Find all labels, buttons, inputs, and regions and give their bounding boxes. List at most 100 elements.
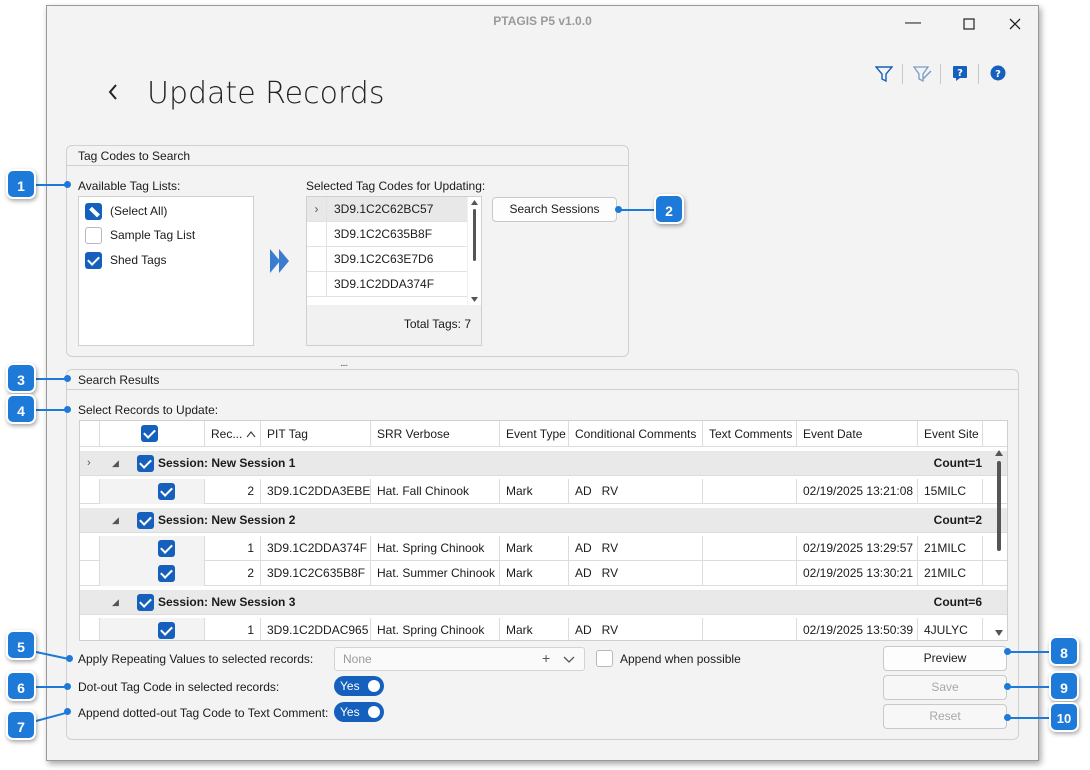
group-row[interactable]: ◢ Session: New Session 2 Count=2 (80, 508, 1007, 533)
row-select-cell[interactable] (100, 618, 205, 640)
row-select-cell[interactable] (100, 536, 205, 561)
cell-pit-tag[interactable]: 3D9.1C2DDA374F (261, 536, 371, 561)
cell-event-site[interactable]: 21MILC (918, 536, 983, 561)
callout-connector (36, 184, 66, 186)
cell-pit-tag[interactable]: 3D9.1C2DDA3EBE (261, 479, 371, 504)
table-row[interactable]: 1 3D9.1C2DDAC965 Hat. Spring Chinook Mar… (80, 618, 1007, 640)
cell-event-type[interactable]: Mark (500, 536, 569, 561)
row-checkbox[interactable] (158, 565, 175, 582)
row-select-cell[interactable] (100, 561, 205, 586)
dotout-toggle[interactable]: Yes (334, 676, 384, 696)
tag-code-row[interactable]: 3D9.1C2C63E7D6 (307, 247, 467, 272)
cell-event-type[interactable]: Mark (500, 561, 569, 586)
cell-text-comments[interactable] (703, 479, 797, 504)
shed-tags-checkbox[interactable] (85, 251, 102, 269)
records-scrollbar[interactable] (991, 447, 1007, 640)
table-row[interactable]: 2 3D9.1C2C635B8F Hat. Summer Chinook Mar… (80, 561, 1007, 586)
append-when-possible-checkbox[interactable] (596, 650, 613, 667)
column-header-conditional-comments[interactable]: Conditional Comments (569, 421, 703, 447)
tag-code-row[interactable]: 3D9.1C2DDA374F (307, 272, 467, 297)
back-button[interactable] (107, 81, 119, 107)
row-select-cell[interactable] (100, 479, 205, 504)
tag-list-item-select-all[interactable]: (Select All) (85, 201, 167, 221)
group-checkbox[interactable] (137, 594, 154, 611)
help-topic-icon[interactable]: ? (952, 65, 970, 83)
table-row[interactable]: 1 3D9.1C2DDA374F Hat. Spring Chinook Mar… (80, 536, 1007, 561)
cell-rec[interactable]: 1 (205, 536, 261, 561)
cell-event-date[interactable]: 02/19/2025 13:21:08 (797, 479, 918, 504)
row-checkbox[interactable] (158, 483, 175, 500)
minimize-button[interactable]: — (903, 14, 923, 34)
clear-filter-icon[interactable] (912, 65, 932, 83)
cell-event-site[interactable]: 15MILC (918, 479, 983, 504)
column-header-event-type[interactable]: Event Type (500, 421, 569, 447)
tag-code-row[interactable]: › 3D9.1C2C62BC57 (307, 197, 467, 222)
cell-event-type[interactable]: Mark (500, 618, 569, 640)
collapse-triangle-icon[interactable]: ◢ (112, 508, 119, 533)
tag-codes-scrollbar[interactable] (468, 197, 481, 305)
cell-srr-verbose[interactable]: Hat. Summer Chinook (371, 561, 500, 586)
cell-text-comments[interactable] (703, 561, 797, 586)
available-tag-lists[interactable]: (Select All) Sample Tag List Shed Tags (78, 196, 254, 346)
group-row[interactable]: ◢ Session: New Session 3 Count=6 (80, 590, 1007, 615)
filter-icon[interactable] (874, 65, 894, 83)
cell-rec[interactable]: 2 (205, 479, 261, 504)
append-when-possible[interactable]: Append when possible (596, 650, 741, 667)
select-all-checkbox[interactable] (85, 202, 102, 220)
append-dotted-toggle[interactable]: Yes (334, 702, 384, 722)
column-header-srr-verbose[interactable]: SRR Verbose (371, 421, 500, 447)
cell-srr-verbose[interactable]: Hat. Fall Chinook (371, 479, 500, 504)
group-checkbox[interactable] (137, 512, 154, 529)
select-all-header[interactable] (100, 421, 205, 447)
close-button[interactable] (1005, 14, 1025, 34)
column-header-event-date[interactable]: Event Date (797, 421, 918, 447)
move-right-button[interactable] (268, 248, 292, 277)
group-checkbox[interactable] (137, 455, 154, 472)
cell-pit-tag[interactable]: 3D9.1C2C635B8F (261, 561, 371, 586)
tag-list-item-shed[interactable]: Shed Tags (85, 250, 167, 270)
maximize-button[interactable] (959, 14, 979, 34)
search-sessions-button[interactable]: Search Sessions (492, 197, 617, 222)
cell-event-date[interactable]: 02/19/2025 13:50:39 (797, 618, 918, 640)
column-header-rec[interactable]: Rec... (205, 421, 261, 447)
cell-pit-tag[interactable]: 3D9.1C2DDAC965 (261, 618, 371, 640)
table-row[interactable]: 2 3D9.1C2DDA3EBE Hat. Fall Chinook Mark … (80, 479, 1007, 504)
cell-event-type[interactable]: Mark (500, 479, 569, 504)
cell-event-date[interactable]: 02/19/2025 13:29:57 (797, 536, 918, 561)
cell-event-site[interactable]: 21MILC (918, 561, 983, 586)
collapse-triangle-icon[interactable]: ◢ (112, 451, 119, 476)
selected-tag-codes-grid[interactable]: › 3D9.1C2C62BC57 3D9.1C2C635B8F 3D9.1C2C… (306, 196, 482, 346)
records-grid[interactable]: Rec... PIT Tag SRR Verbose Event Type Co… (79, 420, 1008, 641)
reset-button[interactable]: Reset (883, 704, 1007, 729)
chevron-down-icon[interactable] (563, 656, 575, 664)
cell-rec[interactable]: 1 (205, 618, 261, 640)
repeating-values-select[interactable]: None + (334, 647, 585, 671)
splitter-handle[interactable]: .... (340, 358, 348, 369)
column-header-pit-tag[interactable]: PIT Tag (261, 421, 371, 447)
group-row[interactable]: › ◢ Session: New Session 1 Count=1 (80, 451, 1007, 476)
tag-list-item-sample[interactable]: Sample Tag List (85, 225, 195, 245)
sample-tag-list-checkbox[interactable] (85, 226, 102, 244)
cell-srr-verbose[interactable]: Hat. Spring Chinook (371, 536, 500, 561)
add-icon[interactable]: + (542, 650, 550, 666)
cell-rec[interactable]: 2 (205, 561, 261, 586)
cell-event-site[interactable]: 4JULYC (918, 618, 983, 640)
tag-code-row[interactable]: 3D9.1C2C635B8F (307, 222, 467, 247)
collapse-triangle-icon[interactable]: ◢ (112, 590, 119, 615)
cell-text-comments[interactable] (703, 618, 797, 640)
cell-event-date[interactable]: 02/19/2025 13:30:21 (797, 561, 918, 586)
row-checkbox[interactable] (158, 622, 175, 639)
cell-conditional-comments[interactable]: AD RV (569, 561, 703, 586)
cell-conditional-comments[interactable]: AD RV (569, 536, 703, 561)
column-header-text-comments[interactable]: Text Comments (703, 421, 797, 447)
header-checkbox[interactable] (141, 425, 158, 442)
save-button[interactable]: Save (883, 675, 1007, 700)
column-header-event-site[interactable]: Event Site (918, 421, 983, 447)
preview-button[interactable]: Preview (883, 646, 1007, 671)
cell-conditional-comments[interactable]: AD RV (569, 479, 703, 504)
help-icon[interactable]: ? (990, 65, 1008, 83)
cell-srr-verbose[interactable]: Hat. Spring Chinook (371, 618, 500, 640)
cell-text-comments[interactable] (703, 536, 797, 561)
row-checkbox[interactable] (158, 540, 175, 557)
cell-conditional-comments[interactable]: AD RV (569, 618, 703, 640)
